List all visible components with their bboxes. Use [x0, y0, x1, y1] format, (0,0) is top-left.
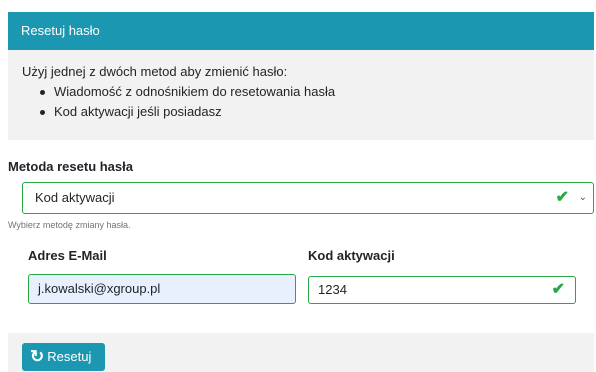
list-item: Wiadomość z odnośnikiem do resetowania h…: [40, 82, 580, 102]
refresh-icon: ↻: [30, 347, 45, 366]
email-label: Adres E-Mail: [28, 248, 107, 263]
method-help-text: Wybierz metodę zmiany hasła.: [8, 220, 131, 230]
method-label: Metoda resetu hasła: [8, 159, 133, 174]
info-intro: Użyj jednej z dwóch metod aby zmienić ha…: [22, 64, 288, 79]
method-options-list: Wiadomość z odnośnikiem do resetowania h…: [22, 82, 580, 122]
list-item: Kod aktywacji jeśli posiadasz: [40, 102, 580, 122]
panel-title: Resetuj hasło: [21, 23, 100, 38]
method-select[interactable]: Kod aktywacji ✔ ⌄: [22, 182, 594, 214]
info-box: Użyj jednej z dwóch metod aby zmienić ha…: [8, 50, 594, 140]
code-label: Kod aktywacji: [308, 248, 395, 263]
activation-code-value: 1234: [318, 282, 347, 297]
method-select-value: Kod aktywacji: [35, 190, 115, 205]
check-icon: ✔: [555, 189, 569, 206]
panel-header: Resetuj hasło: [8, 12, 594, 50]
activation-code-field[interactable]: 1234 ✔: [308, 276, 576, 304]
reset-button[interactable]: ↻ Resetuj: [22, 343, 105, 371]
email-field[interactable]: j.kowalski@xgroup.pl: [28, 274, 296, 304]
check-icon: ✔: [551, 281, 565, 298]
email-field-value: j.kowalski@xgroup.pl: [38, 281, 161, 296]
reset-button-label: Resetuj: [47, 349, 92, 364]
chevron-down-icon: ⌄: [578, 192, 587, 203]
